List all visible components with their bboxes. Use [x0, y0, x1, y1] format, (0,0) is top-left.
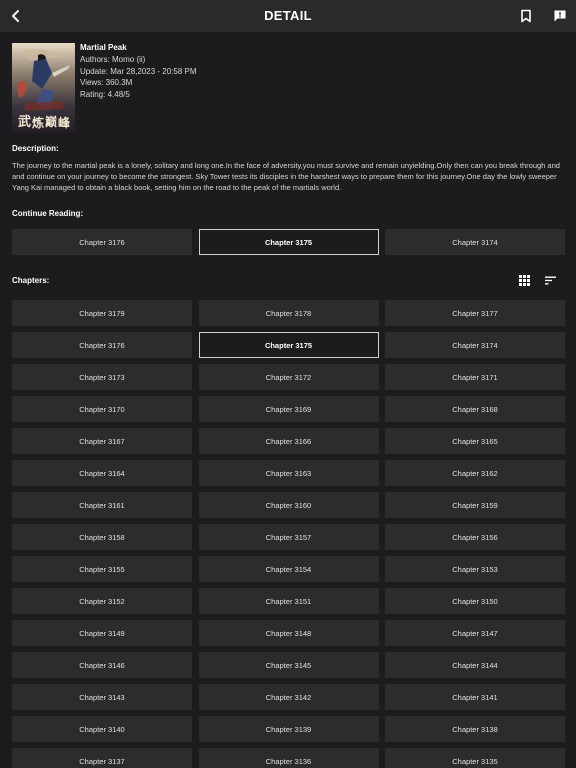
chapter-list-chapter-button[interactable]: Chapter 3153 [385, 556, 565, 582]
chapter-list-chapter-button[interactable]: Chapter 3144 [385, 652, 565, 678]
chapter-list-chapter-button[interactable]: Chapter 3161 [12, 492, 192, 518]
chapter-list-chapter-button[interactable]: Chapter 3147 [385, 620, 565, 646]
chapter-list-chapter-button[interactable]: Chapter 3169 [198, 396, 379, 422]
continue-reading-grid: Chapter 3176 Chapter 3175 Chapter 3174 [12, 229, 565, 255]
chapters-grid: Chapter 3179 Chapter 3178 Chapter 3177 Chap… [12, 300, 565, 768]
svg-text:炼: 炼 [32, 115, 44, 130]
chapter-list-chapter-button[interactable]: Chapter 3162 [385, 460, 565, 486]
continue-reading-label: Continue Reading: [12, 209, 84, 218]
chapter-list-chapter-button[interactable]: Chapter 3138 [385, 716, 565, 742]
chapter-list-chapter-button[interactable]: Chapter 3139 [198, 716, 379, 742]
chapter-list-chapter-button[interactable]: Chapter 3171 [385, 364, 565, 390]
chapter-list-chapter-button[interactable]: Chapter 3148 [198, 620, 379, 646]
chapter-list-chapter-button[interactable]: Chapter 3173 [12, 364, 192, 390]
description-label: Description: [12, 144, 59, 153]
chapter-list-chapter-button[interactable]: Chapter 3172 [198, 364, 379, 390]
chapter-list-chapter-button[interactable]: Chapter 3179 [12, 300, 192, 326]
chapter-list-chapter-button[interactable]: Chapter 3178 [198, 300, 379, 326]
chapter-list-chapter-button[interactable]: Chapter 3136 [198, 748, 379, 768]
continue-reading-chapter-button[interactable]: Chapter 3174 [385, 229, 565, 255]
chapter-list-chapter-button[interactable]: Chapter 3143 [12, 684, 192, 710]
svg-text:峰: 峰 [58, 115, 71, 130]
chapter-list-chapter-button[interactable]: Chapter 3168 [385, 396, 565, 422]
manga-authors: Authors: Momo (ii) [80, 54, 146, 64]
manga-update: Update: Mar 28,2023 - 20:58 PM [80, 66, 197, 76]
chapter-list-chapter-button[interactable]: Chapter 3165 [385, 428, 565, 454]
chapter-list-chapter-button[interactable]: Chapter 3135 [385, 748, 565, 768]
chapter-list-chapter-button[interactable]: Chapter 3145 [198, 652, 379, 678]
chapter-list-chapter-button[interactable]: Chapter 3166 [198, 428, 379, 454]
manga-views: Views: 360.3M [80, 78, 133, 88]
chapter-list-chapter-button[interactable]: Chapter 3146 [12, 652, 192, 678]
description-text: The journey to the martial peak is a lon… [12, 161, 560, 192]
chapter-list-chapter-button[interactable]: Chapter 3159 [385, 492, 565, 518]
sort-icon[interactable] [543, 273, 557, 287]
manga-title: Martial Peak [80, 43, 127, 52]
chapter-list-chapter-button[interactable]: Chapter 3149 [12, 620, 192, 646]
chapter-list-chapter-button[interactable]: Chapter 3176 [12, 332, 192, 358]
chapter-list-chapter-button[interactable]: Chapter 3156 [385, 524, 565, 550]
chapter-list-chapter-button[interactable]: Chapter 3164 [12, 460, 192, 486]
chapter-list-chapter-button[interactable]: Chapter 3174 [385, 332, 565, 358]
manga-rating: Rating: 4.48/5 [80, 90, 130, 100]
report-icon[interactable] [550, 6, 570, 26]
manga-info: Martial Peak Authors: Momo (ii) Update: … [80, 42, 197, 101]
bookmark-icon[interactable] [516, 6, 536, 26]
chapter-list-chapter-button[interactable]: Chapter 3163 [198, 460, 379, 486]
chapter-list-chapter-button[interactable]: Chapter 3167 [12, 428, 192, 454]
chapter-list-chapter-button[interactable]: Chapter 3140 [12, 716, 192, 742]
chapters-label: Chapters: [12, 276, 50, 285]
chapter-list-chapter-button[interactable]: Chapter 3152 [12, 588, 192, 614]
chapter-list-chapter-button[interactable]: Chapter 3137 [12, 748, 192, 768]
chapter-list-chapter-button[interactable]: Chapter 3155 [12, 556, 192, 582]
continue-reading-chapter-button[interactable]: Chapter 3176 [12, 229, 192, 255]
chapter-list-chapter-button[interactable]: Chapter 3177 [385, 300, 565, 326]
chapter-list-chapter-button[interactable]: Chapter 3141 [385, 684, 565, 710]
chapter-list-chapter-button[interactable]: Chapter 3175 [198, 332, 379, 358]
svg-text:巅: 巅 [45, 114, 57, 129]
svg-text:武: 武 [18, 114, 31, 130]
chapter-list-chapter-button[interactable]: Chapter 3157 [198, 524, 379, 550]
chapter-list-chapter-button[interactable]: Chapter 3150 [385, 588, 565, 614]
cover-image: 武 炼 巅 峰 [12, 43, 75, 133]
chapter-list-chapter-button[interactable]: Chapter 3158 [12, 524, 192, 550]
chapter-list-chapter-button[interactable]: Chapter 3170 [12, 396, 192, 422]
chapter-list-chapter-button[interactable]: Chapter 3154 [198, 556, 379, 582]
top-bar: DETAIL [0, 0, 576, 32]
grid-icon[interactable] [517, 273, 531, 287]
continue-reading-chapter-button[interactable]: Chapter 3175 [198, 229, 379, 255]
chapter-list-chapter-button[interactable]: Chapter 3160 [198, 492, 379, 518]
chapter-list-chapter-button[interactable]: Chapter 3142 [198, 684, 379, 710]
page-title: DETAIL [264, 8, 312, 23]
chapter-list-chapter-button[interactable]: Chapter 3151 [198, 588, 379, 614]
